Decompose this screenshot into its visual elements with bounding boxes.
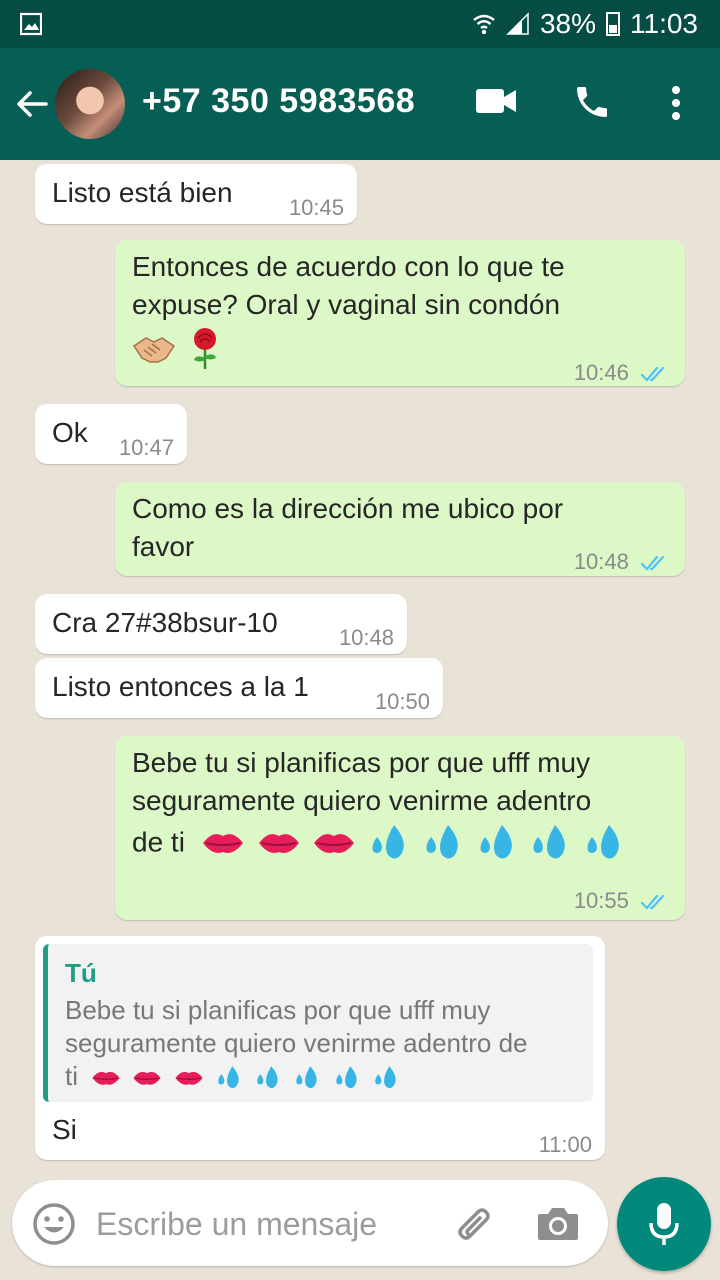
message-text-line: favor [132,531,195,562]
phone-icon[interactable] [572,82,612,122]
message-time: 10:47 [118,435,174,460]
read-ticks-icon [641,556,665,571]
sweat-drops-emoji-icon [257,1066,278,1089]
quoted-text-line: Bebe tu si planificas por que ufff muy [65,995,491,1025]
message-incoming[interactable]: Listo está bien 10:45 [35,164,357,224]
message-emoji-row [201,824,629,859]
kiss-emoji-icon [175,1072,203,1085]
quoted-text-line: ti [65,1061,78,1091]
attach-icon[interactable] [450,1202,494,1246]
emoji-icon[interactable] [32,1202,76,1246]
message-time: 10:48 [338,625,394,650]
sweat-drops-emoji-icon [372,824,404,859]
sweat-drops-emoji-icon [218,1066,239,1089]
message-text-line: Bebe tu si planificas por que ufff muy [132,747,591,778]
image-icon [20,12,42,36]
handshake-emoji-icon [132,337,176,363]
message-time: 10:46 [573,360,629,385]
message-outgoing[interactable]: Entonces de acuerdo con lo que te expuse… [115,240,685,386]
sweat-drops-emoji-icon [587,824,619,859]
message-text-line: Entonces de acuerdo con lo que te [132,251,565,282]
battery-percent: 38% [539,8,596,39]
message-time: 11:00 [538,1132,592,1157]
contact-name[interactable]: +57 350 5983568 [142,82,415,121]
message-time: 10:48 [573,549,629,574]
message-text: Cra 27#38bsur-10 [52,607,278,638]
message-emoji-row [132,326,565,370]
message-time: 10:50 [374,689,430,714]
clock: 11:03 [630,8,698,39]
sweat-drops-emoji-icon [375,1066,396,1089]
video-call-icon[interactable] [474,86,518,116]
kiss-emoji-icon [314,833,355,853]
message-list[interactable]: Listo está bien 10:45 Entonces de acuerd… [0,160,720,1180]
kiss-emoji-icon [133,1072,162,1085]
message-time: 10:55 [573,888,629,913]
mic-button[interactable] [617,1177,711,1271]
battery-icon [606,12,620,36]
quoted-author: Tú [65,958,97,988]
wifi-icon [473,14,495,35]
message-text: Listo está bien [52,177,233,208]
message-text: Si [52,1114,77,1145]
avatar[interactable] [55,69,125,139]
chat-header: +57 350 5983568 [0,48,720,160]
camera-icon[interactable] [536,1204,580,1244]
rose-emoji-icon [193,328,216,369]
message-text: Ok [52,417,88,448]
message-incoming[interactable]: Listo entonces a la 1 10:50 [35,658,443,718]
mic-icon [649,1203,679,1245]
kiss-emoji-icon [92,1072,120,1085]
sweat-drops-emoji-icon [335,1066,357,1089]
sweat-drops-emoji-icon [533,824,566,859]
message-outgoing[interactable]: Bebe tu si planificas por que ufff muy s… [115,736,685,920]
message-input[interactable] [96,1202,436,1246]
sweat-drops-emoji-icon [426,824,458,859]
kiss-emoji-icon [202,833,243,853]
more-vert-icon[interactable] [666,84,686,124]
message-time: 10:45 [288,195,344,220]
message-text-line: de ti [132,826,185,858]
quoted-emoji-row [91,1061,404,1091]
message-text-line: expuse? Oral y vaginal sin condón [132,289,561,320]
message-text-line: Como es la dirección me ubico por [132,493,564,524]
message-incoming-reply[interactable]: Tú Bebe tu si planificas por que ufff mu… [35,936,605,1160]
message-text-line: seguramente quiero venirme adentro [132,785,592,816]
signal-icon [506,12,529,35]
kiss-emoji-icon [258,833,299,853]
read-ticks-icon [641,367,665,382]
status-bar: 38% 11:03 [0,0,720,48]
sweat-drops-emoji-icon [480,824,512,859]
message-incoming[interactable]: Ok 10:47 [35,404,187,464]
sweat-drops-emoji-icon [296,1066,318,1089]
message-composer [12,1180,608,1266]
quoted-text-line: seguramente quiero venirme adentro de [65,1028,528,1058]
message-incoming[interactable]: Cra 27#38bsur-10 10:48 [35,594,407,654]
back-arrow-icon[interactable] [14,86,50,122]
quoted-message[interactable]: Tú Bebe tu si planificas por que ufff mu… [43,944,593,1102]
read-ticks-icon [641,895,665,910]
message-text: Listo entonces a la 1 [52,671,309,702]
message-outgoing[interactable]: Como es la dirección me ubico por favor … [115,482,685,576]
